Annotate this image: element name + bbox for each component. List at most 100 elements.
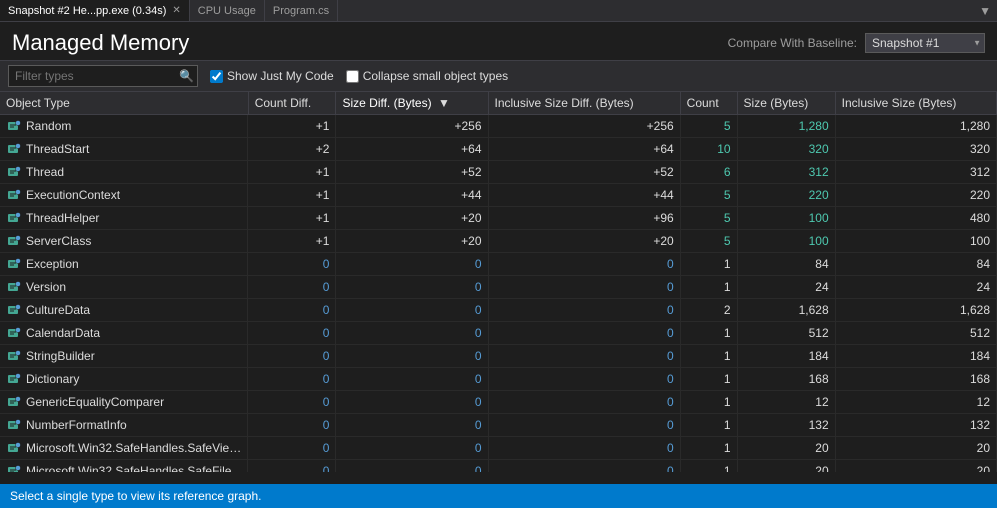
collapse-small-checkbox[interactable] [346,70,359,83]
show-just-my-code-checkbox[interactable] [210,70,223,83]
cell-count-diff: +1 [248,115,336,138]
object-type-name: Version [26,280,66,294]
table-row[interactable]: ExecutionContext +1 +44 +44 5 220 220 [0,184,997,207]
table-row[interactable]: Random +1 +256 +256 5 1,280 1,280 [0,115,997,138]
table-row[interactable]: ServerClass +1 +20 +20 5 100 100 [0,230,997,253]
compare-dropdown-wrap[interactable]: Snapshot #1 [865,33,985,53]
table-row[interactable]: CalendarData 0 0 0 1 512 512 [0,322,997,345]
cell-object-type: ServerClass [0,230,248,252]
table-row[interactable]: GenericEqualityComparer 0 0 0 1 12 12 [0,391,997,414]
object-type-name: StringBuilder [26,349,95,363]
cell-size-diff: +256 [336,115,488,138]
cell-incl-size-diff: 0 [488,322,680,345]
table-row[interactable]: ThreadHelper +1 +20 +96 5 100 480 [0,207,997,230]
cell-count: 5 [680,184,737,207]
cell-count: 1 [680,322,737,345]
table-row[interactable]: Microsoft.Win32.SafeHandles.SafeVie… 0 0… [0,437,997,460]
cell-size: 132 [737,414,835,437]
table-row[interactable]: CultureData 0 0 0 2 1,628 1,628 [0,299,997,322]
table-row[interactable]: NumberFormatInfo 0 0 0 1 132 132 [0,414,997,437]
cell-incl-size-diff: +44 [488,184,680,207]
cell-count-diff: +1 [248,230,336,253]
cell-object-type: StringBuilder [0,345,248,367]
tab-cpu-usage[interactable]: CPU Usage [190,0,265,21]
collapse-small-checkbox-wrap[interactable]: Collapse small object types [346,69,508,83]
tabs-overflow-icon[interactable]: ▼ [973,4,997,18]
cell-size: 20 [737,437,835,460]
object-type-name: ThreadHelper [26,211,99,225]
col-header-count[interactable]: Count [680,92,737,115]
cell-count: 1 [680,414,737,437]
col-header-inclusive-size[interactable]: Inclusive Size (Bytes) [835,92,996,115]
cell-count-diff: +1 [248,161,336,184]
cell-incl-size: 480 [835,207,996,230]
table-row[interactable]: ThreadStart +2 +64 +64 10 320 320 [0,138,997,161]
cell-count: 5 [680,207,737,230]
cell-count: 5 [680,230,737,253]
table-row[interactable]: Thread +1 +52 +52 6 312 312 [0,161,997,184]
cell-object-type: Dictionary [0,368,248,390]
cell-size: 100 [737,207,835,230]
col-header-size-diff[interactable]: Size Diff. (Bytes) ▼ [336,92,488,115]
cell-size: 84 [737,253,835,276]
cell-count: 1 [680,345,737,368]
tab-program-cs[interactable]: Program.cs [265,0,338,21]
cell-size: 24 [737,276,835,299]
tab-snapshot2[interactable]: Snapshot #2 He...pp.exe (0.34s) ✕ [0,0,190,21]
object-type-icon [6,348,22,364]
table-row[interactable]: Microsoft.Win32.SafeHandles.SafeFile 0 0… [0,460,997,473]
collapse-small-label: Collapse small object types [363,69,508,83]
table-row[interactable]: Exception 0 0 0 1 84 84 [0,253,997,276]
cell-object-type: ExecutionContext [0,184,248,206]
compare-dropdown[interactable]: Snapshot #1 [865,33,985,53]
cell-incl-size: 312 [835,161,996,184]
cell-count: 6 [680,161,737,184]
object-type-icon [6,256,22,272]
cell-count: 1 [680,391,737,414]
cell-size: 20 [737,460,835,473]
cell-incl-size: 100 [835,230,996,253]
object-type-name: Microsoft.Win32.SafeHandles.SafeVie… [26,441,241,455]
table-container[interactable]: Object Type Count Diff. Size Diff. (Byte… [0,92,997,472]
object-type-icon [6,371,22,387]
col-header-size[interactable]: Size (Bytes) [737,92,835,115]
table-row[interactable]: Dictionary 0 0 0 1 168 168 [0,368,997,391]
object-type-icon [6,164,22,180]
page-header: Managed Memory Compare With Baseline: Sn… [0,22,997,60]
cell-size: 12 [737,391,835,414]
col-header-inclusive-size-diff[interactable]: Inclusive Size Diff. (Bytes) [488,92,680,115]
cell-incl-size-diff: +52 [488,161,680,184]
table-row[interactable]: Version 0 0 0 1 24 24 [0,276,997,299]
cell-count: 1 [680,368,737,391]
cell-incl-size: 24 [835,276,996,299]
object-type-icon [6,279,22,295]
table-row[interactable]: StringBuilder 0 0 0 1 184 184 [0,345,997,368]
cell-size: 1,280 [737,115,835,138]
show-just-my-code-checkbox-wrap[interactable]: Show Just My Code [210,69,334,83]
cell-count-diff: 0 [248,368,336,391]
cell-incl-size: 220 [835,184,996,207]
cell-object-type: ThreadStart [0,138,248,160]
cell-size-diff: 0 [336,322,488,345]
cell-count-diff: 0 [248,460,336,473]
object-type-icon [6,187,22,203]
cell-size-diff: +20 [336,207,488,230]
cell-count: 2 [680,299,737,322]
cell-incl-size-diff: 0 [488,460,680,473]
cell-object-type: Version [0,276,248,298]
table-header-row: Object Type Count Diff. Size Diff. (Byte… [0,92,997,115]
cell-incl-size: 132 [835,414,996,437]
cell-incl-size-diff: 0 [488,368,680,391]
object-type-icon [6,417,22,433]
close-tab-snapshot2-icon[interactable]: ✕ [172,5,180,16]
col-header-count-diff[interactable]: Count Diff. [248,92,336,115]
col-header-object-type[interactable]: Object Type [0,92,248,115]
tab-program-cs-label: Program.cs [273,5,329,17]
cell-count: 1 [680,437,737,460]
object-type-icon [6,233,22,249]
search-input[interactable] [8,65,198,87]
cell-size-diff: 0 [336,437,488,460]
cell-size: 168 [737,368,835,391]
cell-object-type: CalendarData [0,322,248,344]
cell-incl-size: 12 [835,391,996,414]
